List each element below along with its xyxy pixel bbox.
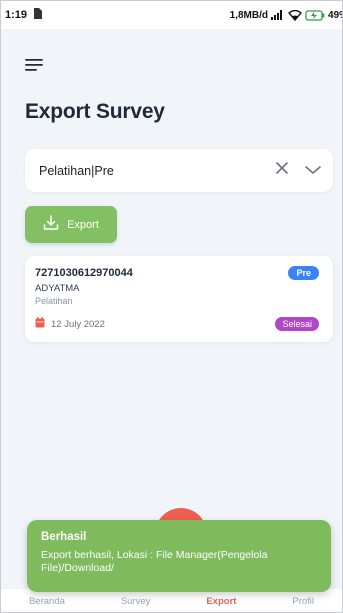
- nav-item-survey[interactable]: Survey: [121, 596, 151, 607]
- calendar-icon: [35, 317, 45, 331]
- snackbar-title: Berhasil: [41, 531, 87, 543]
- hamburger-menu-icon[interactable]: [25, 58, 45, 74]
- survey-card[interactable]: 7271030612970044 ADYATMA Pelatihan Pre 1…: [25, 256, 333, 342]
- filter-icons: [275, 161, 321, 180]
- chevron-down-icon[interactable]: [305, 162, 321, 180]
- network-speed: 1,8MB/d: [229, 9, 268, 21]
- page-title: Export Survey: [25, 100, 165, 123]
- success-snackbar: Berhasil Export berhasil, Lokasi : File …: [27, 520, 331, 592]
- status-badge: Selesai: [275, 317, 319, 331]
- wifi-icon: [287, 9, 302, 21]
- survey-date: 12 July 2022: [51, 318, 105, 330]
- survey-id: 7271030612970044: [35, 267, 133, 279]
- bottom-nav: Beranda Survey Export Profil: [1, 589, 342, 612]
- nav-item-profil[interactable]: Profil: [292, 596, 314, 607]
- respondent-name: ADYATMA: [35, 283, 80, 294]
- status-bar-left: 1:19: [5, 6, 43, 24]
- status-bar-right: 1,8MB/d 49: [229, 9, 342, 21]
- signal-icon: [270, 10, 285, 20]
- export-button-label: Export: [67, 218, 99, 231]
- nav-item-beranda[interactable]: Beranda: [29, 596, 65, 607]
- filter-value: Pelatihan|Pre: [39, 163, 114, 178]
- nav-item-export[interactable]: Export: [206, 596, 236, 607]
- status-bar: 1:19 1,8MB/d 49: [1, 1, 342, 29]
- status-time: 1:19: [5, 9, 28, 21]
- download-icon: [43, 215, 59, 234]
- export-button[interactable]: Export: [25, 206, 117, 243]
- app-screen: 1:19 1,8MB/d 49 Export Survey Pelatihan|…: [0, 0, 343, 613]
- survey-type: Pelatihan: [35, 296, 73, 306]
- close-icon[interactable]: [275, 161, 289, 180]
- survey-date-row: 12 July 2022: [35, 317, 105, 331]
- pre-badge: Pre: [288, 266, 319, 280]
- battery-icon: [305, 9, 325, 21]
- sim-card-icon: [33, 6, 43, 24]
- filter-select[interactable]: Pelatihan|Pre: [25, 149, 333, 192]
- battery-level: 49%: [327, 9, 342, 21]
- snackbar-message: Export berhasil, Lokasi : File Manager(P…: [41, 549, 268, 574]
